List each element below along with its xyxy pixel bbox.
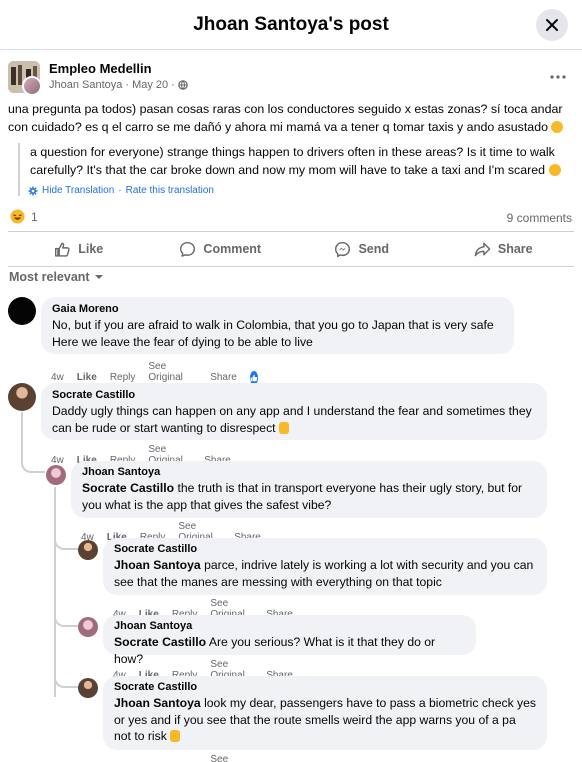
post-stats: 1 9 comments bbox=[10, 209, 572, 227]
author-avatar[interactable] bbox=[22, 76, 42, 96]
close-icon bbox=[546, 19, 558, 31]
more-options-button[interactable] bbox=[550, 66, 566, 84]
comment-label: Comment bbox=[203, 242, 262, 256]
comment-bubble-icon bbox=[180, 241, 196, 257]
commenter-avatar[interactable] bbox=[8, 383, 36, 411]
gear-icon bbox=[28, 186, 38, 195]
comment-bubble: Socrate Castillo Jhoan Santoya look my d… bbox=[103, 676, 547, 750]
like-button[interactable]: Like bbox=[8, 232, 150, 266]
group-name[interactable]: Empleo Medellin bbox=[49, 61, 152, 76]
share-button[interactable]: Share bbox=[433, 232, 575, 266]
commenter-avatar[interactable] bbox=[78, 540, 98, 560]
sort-label: Most relevant bbox=[9, 270, 90, 284]
share-label: Share bbox=[497, 242, 533, 256]
messenger-icon bbox=[335, 241, 351, 257]
thread-connector bbox=[54, 536, 78, 550]
rate-translation-link[interactable]: Rate this translation bbox=[126, 185, 214, 196]
comment-text: Daddy ugly things can happen on any app … bbox=[52, 403, 536, 436]
dialog-title: Jhoan Santoya's post bbox=[193, 13, 389, 35]
meta-separator: · bbox=[125, 79, 130, 91]
commenter-avatar[interactable] bbox=[46, 465, 66, 485]
commenter-avatar[interactable] bbox=[78, 617, 98, 637]
thread-connector bbox=[21, 455, 45, 473]
caret-down-icon bbox=[94, 275, 103, 279]
post-meta: Jhoan Santoya · May 20 · bbox=[49, 79, 188, 91]
comment-time[interactable]: 4w bbox=[51, 372, 64, 383]
send-button[interactable]: Send bbox=[291, 232, 433, 266]
translation-text: a question for everyone) strange things … bbox=[30, 143, 574, 179]
reactions[interactable]: 1 bbox=[10, 209, 38, 224]
mention-link[interactable]: Jhoan Santoya bbox=[114, 558, 201, 572]
hide-translation-link[interactable]: Hide Translation bbox=[42, 185, 114, 196]
comment-text: No, but if you are afraid to walk in Col… bbox=[52, 318, 494, 349]
comment-text: Jhoan Santoya look my dear, passengers h… bbox=[114, 695, 536, 745]
thread-connector bbox=[54, 674, 78, 688]
like-label: Like bbox=[78, 242, 104, 256]
thread-line bbox=[21, 412, 23, 460]
share-arrow-icon bbox=[474, 242, 491, 256]
thread-line bbox=[54, 487, 56, 697]
comment-text: Jhoan Santoya parce, indrive lately is w… bbox=[114, 557, 536, 590]
comments-count[interactable]: 9 comments bbox=[507, 211, 572, 225]
comment-bubble: Socrate Castillo Daddy ugly things can h… bbox=[41, 383, 547, 440]
dialog-header: Jhoan Santoya's post bbox=[0, 0, 582, 50]
comment-reply-link[interactable]: Reply bbox=[110, 372, 136, 383]
link-separator: · bbox=[118, 185, 122, 196]
worried-emoji-icon bbox=[551, 121, 564, 133]
thumbs-up-icon bbox=[55, 242, 70, 257]
post-date[interactable]: May 20 bbox=[132, 79, 168, 91]
commenter-avatar[interactable] bbox=[78, 678, 98, 698]
haha-reaction-icon bbox=[10, 209, 25, 224]
thumbs-up-icon bbox=[250, 374, 258, 381]
reaction-count: 1 bbox=[31, 209, 38, 224]
comment-bubble: Jhoan Santoya Socrate Castillo the truth… bbox=[71, 461, 547, 518]
worried-emoji-icon bbox=[548, 164, 561, 176]
thread-connector bbox=[54, 613, 78, 627]
commenter-name[interactable]: Socrate Castillo bbox=[114, 680, 536, 695]
commenter-name[interactable]: Socrate Castillo bbox=[114, 542, 536, 557]
comment-bubble: Jhoan Santoya Socrate Castillo Are you s… bbox=[103, 615, 476, 666]
pointing-down-emoji-icon bbox=[278, 421, 289, 434]
globe-icon bbox=[178, 80, 188, 90]
send-label: Send bbox=[358, 242, 390, 256]
commenter-avatar[interactable] bbox=[8, 297, 36, 325]
see-original-link[interactable]: See Original (Spanish) bbox=[210, 754, 253, 762]
commenter-name[interactable]: Gaia Moreno bbox=[52, 302, 503, 317]
more-icon bbox=[550, 75, 566, 79]
commenter-name[interactable]: Jhoan Santoya bbox=[114, 619, 465, 634]
comment-bubble: Gaia Moreno No, but if you are afraid to… bbox=[41, 297, 514, 354]
post-author[interactable]: Jhoan Santoya bbox=[49, 79, 122, 91]
mention-link[interactable]: Jhoan Santoya bbox=[114, 696, 201, 710]
comment-text: Socrate Castillo the truth is that in tr… bbox=[82, 480, 536, 513]
translation-block: a question for everyone) strange things … bbox=[18, 143, 574, 196]
comment-sort-dropdown[interactable]: Most relevant bbox=[9, 270, 104, 284]
commenter-name[interactable]: Jhoan Santoya bbox=[82, 465, 536, 480]
post-actions: Like Comment Send Share bbox=[8, 231, 574, 267]
translation-body: a question for everyone) strange things … bbox=[30, 145, 555, 177]
mention-link[interactable]: Socrate Castillo bbox=[82, 481, 174, 495]
comment-meta: 4w Like Reply See Original (Spanish) Sha… bbox=[113, 754, 293, 762]
close-button[interactable] bbox=[536, 9, 568, 41]
post-text: una pregunta pa todos) pasan cosas raras… bbox=[8, 100, 576, 136]
commenter-name[interactable]: Socrate Castillo bbox=[52, 388, 536, 403]
comment-body: Daddy ugly things can happen on any app … bbox=[52, 404, 532, 435]
mention-link[interactable]: Socrate Castillo bbox=[114, 635, 206, 649]
post-body: una pregunta pa todos) pasan cosas raras… bbox=[8, 102, 563, 134]
post-header: Empleo Medellin Jhoan Santoya · May 20 · bbox=[8, 60, 572, 96]
comment-bubble: Socrate Castillo Jhoan Santoya parce, in… bbox=[103, 538, 547, 595]
translation-links: Hide Translation · Rate this translation bbox=[28, 185, 574, 196]
comment-button[interactable]: Comment bbox=[150, 232, 292, 266]
comment-share-link[interactable]: Share bbox=[210, 372, 237, 383]
ok-hand-emoji-icon bbox=[170, 730, 181, 742]
comment-like-link[interactable]: Like bbox=[77, 372, 97, 383]
meta-separator: · bbox=[171, 79, 175, 91]
